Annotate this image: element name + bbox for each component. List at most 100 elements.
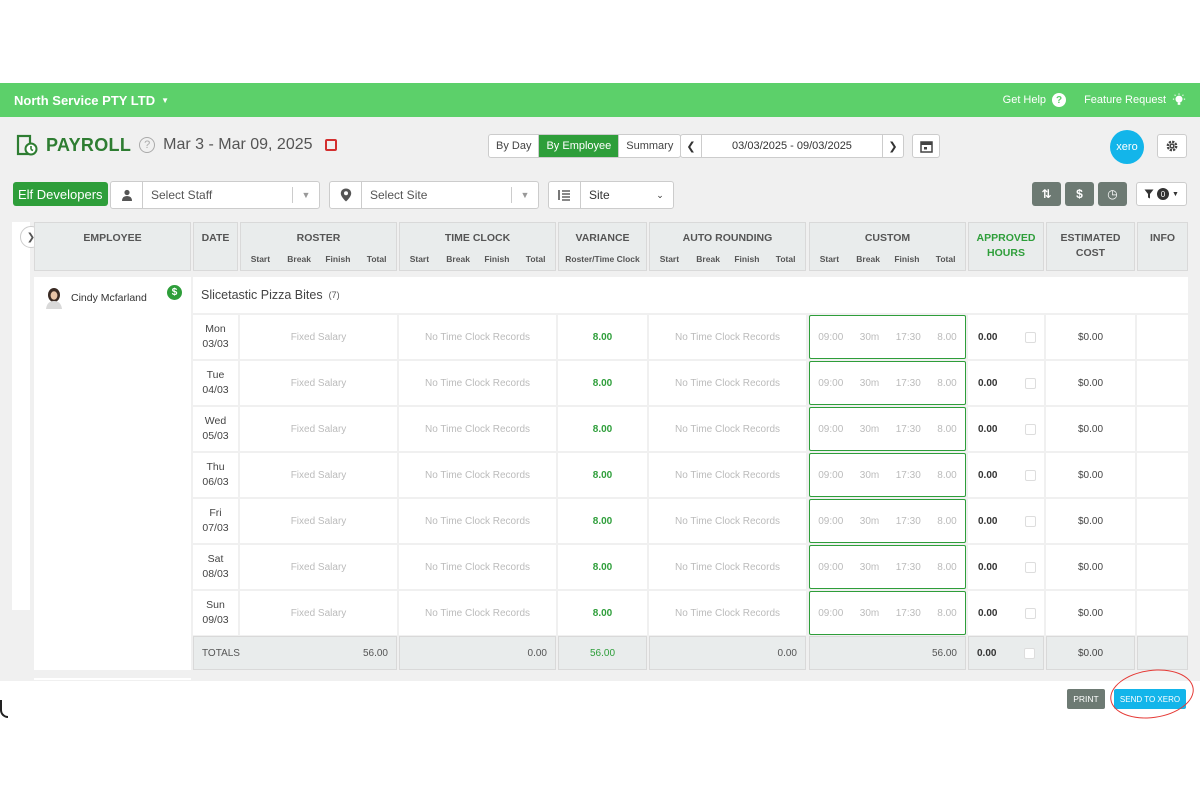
sort-button[interactable]: ⇅ [1032,182,1061,206]
row-variance: 8.00 [558,315,647,359]
row-custom-editor[interactable]: 09:00 30m 17:30 8.00 [809,545,966,589]
site-select[interactable]: Select Site ▼ [329,181,539,209]
row-cost: $0.00 [1046,407,1135,451]
custom-finish[interactable]: 17:30 [896,378,921,389]
row-time-clock: No Time Clock Records [399,499,556,543]
custom-break[interactable]: 30m [860,562,879,573]
custom-total: 8.00 [937,607,957,619]
corner-mark [0,700,8,718]
row-custom-editor[interactable]: 09:00 30m 17:30 8.00 [809,453,966,497]
view-by-employee[interactable]: By Employee [539,135,620,157]
get-help-link[interactable]: Get Help ? [1002,93,1067,107]
left-sidebar-strip [12,222,30,610]
custom-break[interactable]: 30m [860,424,879,435]
chevron-down-icon: ▼ [301,190,311,200]
approve-checkbox[interactable] [1025,377,1037,389]
view-by-day[interactable]: By Day [489,135,540,157]
row-approved: 0.00 [968,315,1044,359]
view-summary[interactable]: Summary [619,135,680,157]
group-by-select[interactable]: Site ⌄ [548,181,674,209]
print-button[interactable]: PRINT [1067,689,1105,709]
approve-checkbox[interactable] [1025,469,1037,481]
feature-request-link[interactable]: Feature Request [1084,93,1186,107]
filter-button[interactable]: 0 ▼ [1136,182,1187,206]
employee-entry[interactable]: Cindy Mcfarland [44,287,147,309]
custom-break[interactable]: 30m [860,332,879,343]
custom-start[interactable]: 09:00 [818,562,843,573]
custom-break[interactable]: 30m [860,516,879,527]
custom-start[interactable]: 09:00 [818,516,843,527]
row-info [1137,591,1188,635]
custom-start[interactable]: 09:00 [818,378,843,389]
get-help-label: Get Help [1002,94,1047,106]
row-date: Fri 07/03 [193,499,238,543]
approve-checkbox[interactable] [1025,423,1037,435]
row-roster: Fixed Salary [240,407,397,451]
approve-checkbox[interactable] [1025,607,1037,619]
date-range-field[interactable]: 03/03/2025 - 09/03/2025 [701,135,883,157]
period-title: Mar 3 - Mar 09, 2025 [163,136,313,153]
custom-finish[interactable]: 17:30 [896,516,921,527]
approve-checkbox[interactable] [1025,561,1037,573]
row-roster: Fixed Salary [240,591,397,635]
row-cost: $0.00 [1046,499,1135,543]
custom-start[interactable]: 09:00 [818,424,843,435]
custom-start[interactable]: 09:00 [818,332,843,343]
prev-period-chevron-left-icon[interactable]: ❮ [681,135,701,157]
col-date: DATE [193,222,238,271]
next-period-chevron-right-icon[interactable]: ❯ [883,135,903,157]
staff-select[interactable]: Select Staff ▼ [110,181,320,209]
totals-roster-value: 56.00 [362,647,388,659]
custom-start[interactable]: 09:00 [818,470,843,481]
totals-time-clock: 0.00 [399,636,556,670]
custom-break[interactable]: 30m [860,378,879,389]
custom-finish[interactable]: 17:30 [896,562,921,573]
row-roster: Fixed Salary [240,499,397,543]
footer-actions: PRINT SEND TO XERO [0,681,1200,718]
row-custom-editor[interactable]: 09:00 30m 17:30 8.00 [809,499,966,543]
totals-approved: 0.00 [968,636,1044,670]
custom-finish[interactable]: 17:30 [896,608,921,619]
settings-button[interactable] [1157,134,1187,158]
custom-finish[interactable]: 17:30 [896,424,921,435]
custom-start[interactable]: 09:00 [818,608,843,619]
custom-total: 8.00 [937,423,957,435]
col-info: INFO [1137,222,1188,271]
custom-total: 8.00 [937,331,957,343]
team-selector[interactable]: Elf Developers [13,182,108,206]
row-custom-editor[interactable]: 09:00 30m 17:30 8.00 [809,407,966,451]
row-time-clock: No Time Clock Records [399,453,556,497]
calendar-button[interactable] [912,134,940,158]
approve-checkbox[interactable] [1025,331,1037,343]
row-variance: 8.00 [558,407,647,451]
row-auto-rounding: No Time Clock Records [649,361,806,405]
row-custom-editor[interactable]: 09:00 30m 17:30 8.00 [809,315,966,359]
caret-down-icon: ▼ [1172,190,1179,198]
row-auto-rounding: No Time Clock Records [649,407,806,451]
row-roster: Fixed Salary [240,545,397,589]
row-info [1137,499,1188,543]
approve-checkbox[interactable] [1025,515,1037,527]
custom-finish[interactable]: 17:30 [896,332,921,343]
time-sort-button[interactable]: ◷ [1098,182,1127,206]
custom-break[interactable]: 30m [860,470,879,481]
calendar-red-icon[interactable] [324,139,337,151]
row-time-clock: No Time Clock Records [399,361,556,405]
totals-info [1137,636,1188,670]
row-approved: 0.00 [968,499,1044,543]
row-custom-editor[interactable]: 09:00 30m 17:30 8.00 [809,591,966,635]
col-variance: VARIANCE Roster/Time Clock [558,222,647,271]
row-variance: 8.00 [558,499,647,543]
custom-finish[interactable]: 17:30 [896,470,921,481]
row-variance: 8.00 [558,545,647,589]
approve-all-checkbox[interactable] [1024,647,1035,659]
row-approved: 0.00 [968,545,1044,589]
cost-toggle-button[interactable]: $ [1065,182,1094,206]
page-header: PAYROLL ? Mar 3 - Mar 09, 2025 By Day By… [0,117,1200,173]
help-question-icon[interactable]: ? [139,137,156,153]
row-custom-editor[interactable]: 09:00 30m 17:30 8.00 [809,361,966,405]
page-title: PAYROLL [46,134,132,155]
company-switcher[interactable]: North Service PTY LTD ▼ [14,93,169,108]
custom-break[interactable]: 30m [860,608,879,619]
row-approved: 0.00 [968,591,1044,635]
